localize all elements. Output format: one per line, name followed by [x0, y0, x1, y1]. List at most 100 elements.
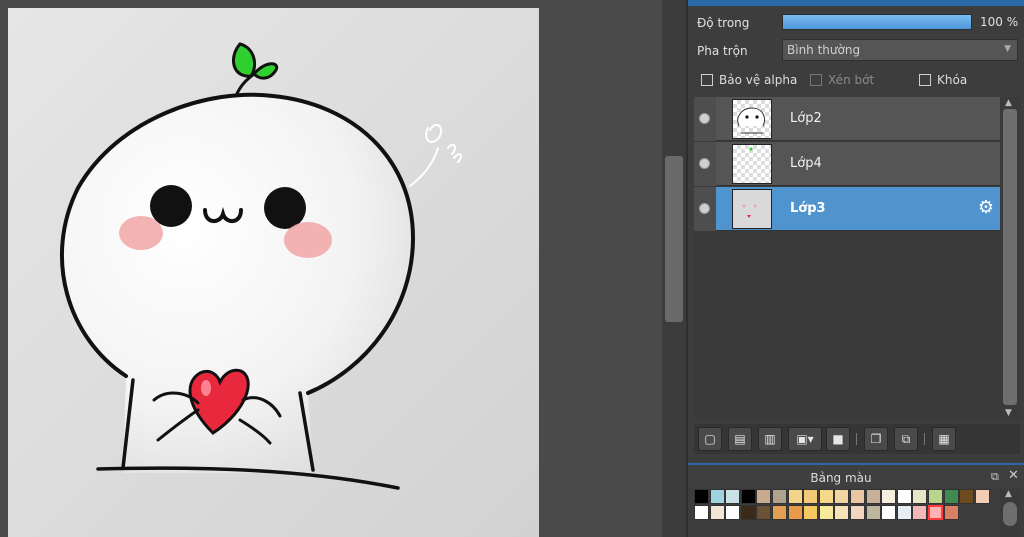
new-folder-button[interactable]: ■	[826, 427, 850, 451]
color-swatch[interactable]	[850, 505, 865, 520]
color-swatch[interactable]	[943, 505, 959, 520]
eye-icon	[699, 113, 710, 124]
color-swatch[interactable]	[865, 489, 881, 504]
checkbox-box	[810, 74, 822, 86]
opacity-label: Độ trong	[697, 16, 750, 30]
checkbox-box	[919, 74, 931, 86]
lock-checkbox[interactable]: Khóa	[919, 73, 967, 87]
scroll-up-icon[interactable]: ▲	[1005, 98, 1012, 108]
color-swatch[interactable]	[694, 489, 709, 504]
toolbar-separator	[924, 433, 925, 445]
color-swatch[interactable]	[912, 505, 928, 520]
layer-toolbar: ▢ ▤ ▥ ▣▾ ■ ❐ ⧉ ▦	[694, 424, 1020, 454]
color-swatch[interactable]	[725, 505, 741, 520]
scroll-down-icon[interactable]: ▼	[1005, 408, 1012, 418]
gear-icon[interactable]: ⚙	[976, 198, 996, 218]
color-swatch[interactable]	[756, 489, 772, 504]
color-swatch[interactable]	[756, 505, 772, 520]
color-swatch[interactable]	[709, 505, 725, 520]
protect-alpha-checkbox[interactable]: Bảo vệ alpha	[701, 73, 797, 87]
opacity-value: 100 %	[980, 15, 1019, 29]
color-swatch[interactable]	[881, 489, 897, 504]
blend-mode-value: Bình thường	[787, 43, 861, 57]
color-swatch[interactable]	[850, 489, 865, 504]
blend-mode-label: Pha trộn	[697, 44, 748, 58]
visibility-toggle[interactable]	[694, 187, 716, 231]
color-swatch[interactable]	[725, 489, 741, 504]
color-swatch[interactable]	[818, 505, 834, 520]
color-swatch[interactable]	[881, 505, 897, 520]
chevron-down-icon: ▼	[1004, 44, 1011, 54]
color-swatch[interactable]	[943, 489, 959, 504]
folder-icon: ■	[832, 432, 844, 446]
color-swatch[interactable]	[834, 505, 850, 520]
visibility-toggle[interactable]	[694, 97, 716, 141]
palette-swatches	[694, 489, 994, 537]
layer-name: Lớp3	[790, 201, 826, 216]
trash-icon: ▦	[938, 432, 950, 446]
color-swatch[interactable]	[865, 505, 881, 520]
palette-scrollbar[interactable]: ▲	[1000, 489, 1020, 537]
layer-scroll-thumb[interactable]	[1003, 109, 1017, 405]
layer-panel: Độ trong 100 % Pha trộn Bình thường ▼ Bả…	[688, 0, 1024, 537]
add-layer-menu-icon: ▣▾	[796, 432, 814, 446]
duplicate-layer-button[interactable]: ❐	[864, 427, 888, 451]
artwork	[8, 8, 539, 537]
color-swatch[interactable]	[974, 489, 990, 504]
new-layer-button[interactable]: ▢	[698, 427, 722, 451]
delete-layer-button[interactable]: ▦	[932, 427, 956, 451]
color-swatch[interactable]	[740, 489, 756, 504]
color-swatch[interactable]	[928, 489, 943, 504]
color-swatch[interactable]	[694, 505, 709, 520]
clipping-label: Xén bớt	[828, 73, 875, 87]
color-swatch[interactable]	[787, 489, 803, 504]
blend-mode-select[interactable]: Bình thường ▼	[782, 39, 1018, 61]
new-layer-icon: ▢	[704, 432, 716, 446]
toolbar-separator	[856, 433, 857, 445]
color-swatch[interactable]	[740, 505, 756, 520]
canvas-workspace[interactable]	[0, 0, 662, 537]
clipping-checkbox[interactable]: Xén bớt	[810, 73, 874, 87]
layer-list-scrollbar[interactable]: ▲ ▼	[1000, 97, 1020, 420]
color-swatch[interactable]	[709, 489, 725, 504]
color-swatch[interactable]	[803, 505, 819, 520]
new-8bit-layer-icon: ▤	[734, 432, 746, 446]
layer-item-lop4[interactable]: Lớp4	[694, 142, 1000, 186]
color-swatch[interactable]	[959, 489, 975, 504]
new-1bit-layer-button[interactable]: ▥	[758, 427, 782, 451]
add-layer-menu-button[interactable]: ▣▾	[788, 427, 822, 451]
layer-name: Lớp4	[790, 156, 822, 171]
opacity-slider[interactable]	[782, 14, 972, 30]
layer-item-lop3[interactable]: Lớp3 ⚙	[694, 187, 1000, 231]
layer-name: Lớp2	[790, 111, 822, 126]
canvas-vertical-scrollbar[interactable]	[662, 0, 686, 537]
duplicate-icon: ❐	[870, 432, 882, 446]
visibility-toggle[interactable]	[694, 142, 716, 186]
new-8bit-layer-button[interactable]: ▤	[728, 427, 752, 451]
popout-icon[interactable]: ⧉	[991, 470, 999, 484]
new-1bit-layer-icon: ▥	[764, 432, 776, 446]
close-icon[interactable]: ✕	[1008, 468, 1019, 483]
layer-item-lop2[interactable]: Lớp2	[694, 97, 1000, 141]
app-window: Độ trong 100 % Pha trộn Bình thường ▼ Bả…	[0, 0, 1024, 537]
color-swatch[interactable]	[772, 505, 787, 520]
color-swatch[interactable]	[896, 489, 912, 504]
merge-icon: ⧉	[901, 432, 911, 446]
palette-scroll-thumb[interactable]	[1003, 502, 1017, 526]
color-swatch[interactable]	[928, 505, 943, 520]
color-swatch[interactable]	[787, 505, 803, 520]
checkbox-box	[701, 74, 713, 86]
color-swatch[interactable]	[803, 489, 819, 504]
color-swatch[interactable]	[912, 489, 928, 504]
drawing-canvas[interactable]	[8, 8, 539, 537]
layer-list: Lớp2 Lớp4 Lớp3 ⚙	[694, 97, 1000, 420]
scroll-up-icon[interactable]: ▲	[1005, 489, 1012, 499]
color-swatch[interactable]	[896, 505, 912, 520]
color-swatch[interactable]	[772, 489, 787, 504]
eye-icon	[699, 158, 710, 169]
merge-layer-button[interactable]: ⧉	[894, 427, 918, 451]
canvas-scroll-thumb[interactable]	[665, 156, 683, 322]
color-swatch[interactable]	[834, 489, 850, 504]
palette-title: Bảng màu	[810, 471, 872, 485]
color-swatch[interactable]	[818, 489, 834, 504]
